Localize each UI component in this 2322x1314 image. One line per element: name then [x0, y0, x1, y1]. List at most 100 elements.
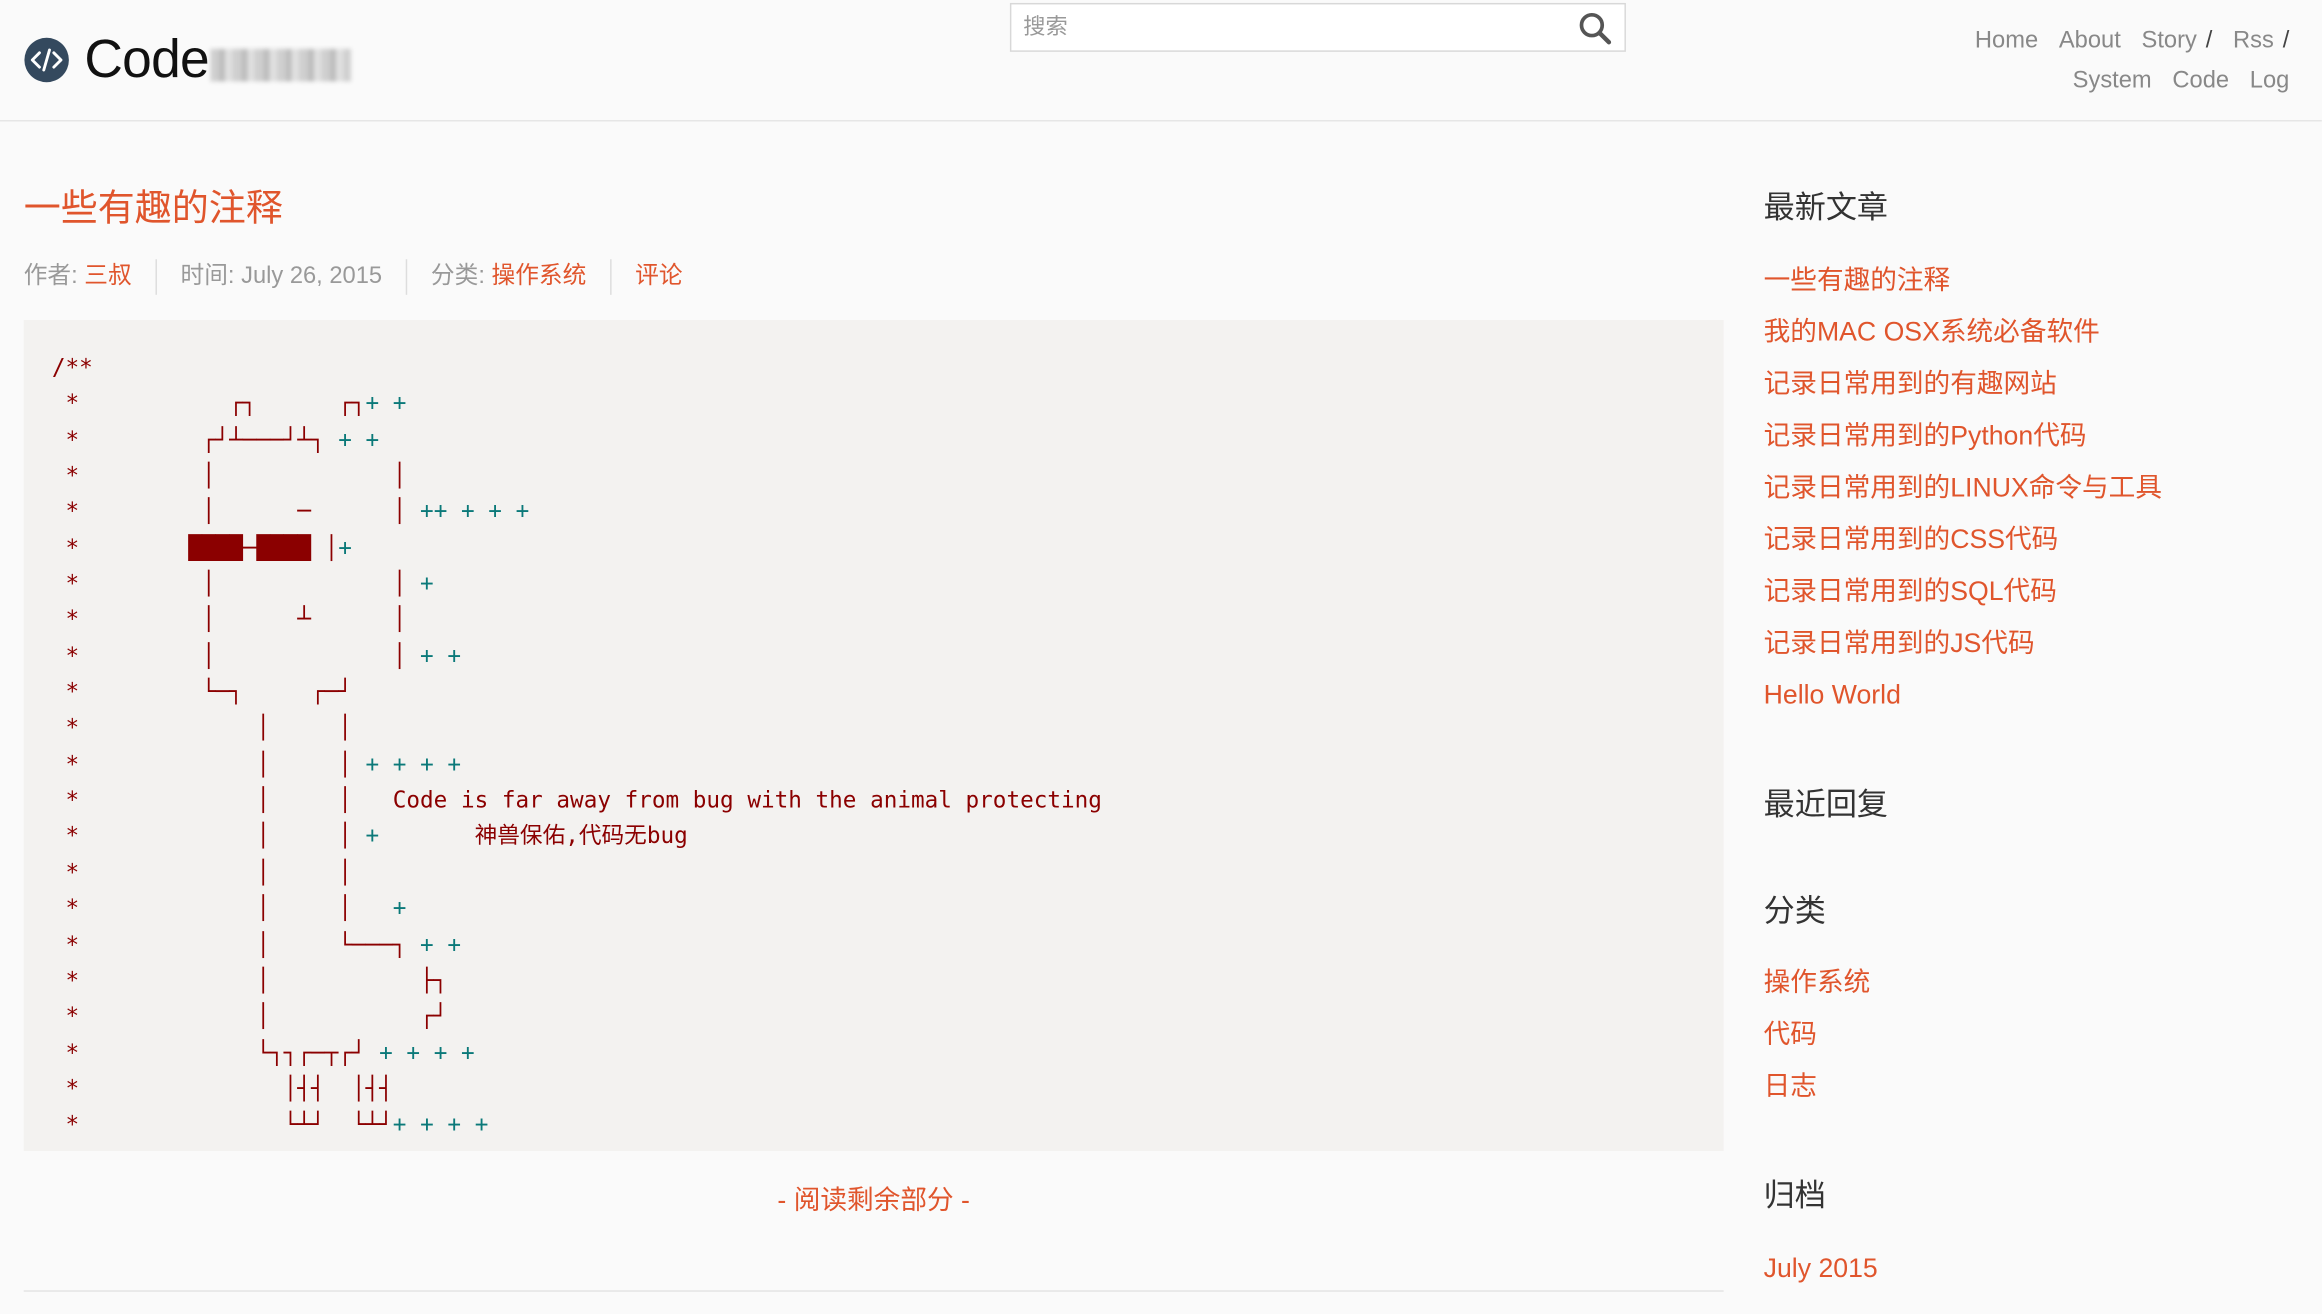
page: Code Home About Story / Rss / System Code Log 一…	[0, 0, 2322, 1314]
nav-story[interactable]: Story	[2142, 28, 2197, 53]
category-link[interactable]: 操作系统	[1764, 967, 1871, 997]
plus-mark: +	[365, 822, 380, 850]
category-item: 操作系统	[1764, 957, 1871, 1009]
code-line: * │ │	[51, 714, 352, 742]
nav-log[interactable]: Log	[2250, 68, 2290, 93]
plus-mark: +	[447, 931, 462, 958]
nav-row-1: Home About Story / Rss /	[1875, 21, 2290, 61]
code-line: /**	[51, 354, 93, 381]
plus-mark: +	[420, 642, 434, 670]
plus-mark: +	[365, 426, 380, 453]
recent-post-item: 一些有趣的注释	[1764, 255, 2162, 307]
recent-post-item: 记录日常用到的LINUX命令与工具	[1764, 462, 2162, 514]
category-link[interactable]: 日志	[1764, 1071, 1817, 1101]
time-label: 时间:	[180, 263, 242, 289]
blurred-site-name-suffix	[210, 48, 352, 82]
site-header: Code Home About Story / Rss / System Code Log	[0, 0, 2322, 122]
plus-mark: +	[488, 498, 502, 525]
plus-mark: +	[392, 750, 407, 778]
post-date: 时间: July 26, 2015	[155, 259, 405, 295]
nav-home[interactable]: Home	[1975, 28, 2038, 53]
plus-mark: +	[420, 750, 434, 778]
plus-mark: +	[420, 1111, 434, 1139]
nav-separator: /	[2205, 28, 2213, 54]
code-line: * │ │ + +	[51, 642, 462, 670]
recent-posts-heading: 最新文章	[1763, 191, 1889, 226]
categories-heading: 分类	[1763, 894, 1826, 929]
author-label: 作者:	[23, 263, 85, 289]
code-line: * │ ┴ │	[51, 606, 407, 634]
code-block: /** * ┌┐ ┌┐+ + * ┌┘┴───┘┴┐ + + * │ │ * │…	[23, 319, 1724, 1152]
code-line: * │ │ +	[51, 570, 434, 598]
recent-post-link[interactable]: 记录日常用到的LINUX命令与工具	[1764, 473, 2162, 503]
category-item: 日志	[1764, 1061, 1871, 1113]
nav-row-2: System Code Log	[1875, 61, 2290, 101]
category-link[interactable]: 操作系统	[492, 264, 587, 289]
post-title[interactable]: 一些有趣的注释	[24, 181, 283, 237]
category-item: 代码	[1764, 1009, 1871, 1061]
plus-mark: +	[392, 894, 407, 922]
plus-mark: ++	[420, 498, 448, 525]
recent-post-link[interactable]: 记录日常用到的有趣网站	[1764, 369, 2057, 399]
plus-mark: +	[379, 1039, 393, 1066]
nav-separator: /	[2282, 28, 2290, 54]
archive-heading: 归档	[1763, 1179, 1826, 1214]
nav-rss[interactable]: Rss	[2233, 28, 2274, 53]
code-line: * │ │ + + + +	[51, 750, 462, 778]
recent-post-link[interactable]: 一些有趣的注释	[1764, 265, 1951, 295]
plus-mark: +	[447, 750, 462, 778]
plus-mark: +	[365, 750, 380, 778]
code-line: * └┴┘ └┴┘+ + + +	[51, 1111, 489, 1139]
read-more-link[interactable]: - 阅读剩余部分 -	[0, 1179, 1747, 1218]
plus-mark: +	[420, 570, 434, 598]
code-line: * │ ┌┘	[51, 1003, 448, 1030]
category-link[interactable]: 代码	[1764, 1019, 1817, 1049]
recent-post-item: 记录日常用到的有趣网站	[1764, 358, 2162, 410]
plus-mark: +	[460, 498, 475, 525]
recent-post-link[interactable]: 记录日常用到的Python代码	[1764, 421, 2087, 451]
code-line: */	[52, 1147, 92, 1151]
code-line: * ████─████ │+	[51, 534, 352, 562]
recent-post-item: 我的MAC OSX系统必备软件	[1764, 307, 2162, 359]
author-link[interactable]: 三叔	[84, 264, 131, 289]
plus-mark: +	[420, 931, 434, 958]
search-input[interactable]	[1011, 4, 1583, 51]
recent-post-link[interactable]: 我的MAC OSX系统必备软件	[1764, 317, 2100, 347]
recent-post-link[interactable]: Hello World	[1764, 680, 1901, 710]
code-line: * │ └───┐ + +	[51, 931, 462, 958]
code-line: * │ │ +	[51, 894, 407, 922]
plus-mark: +	[365, 390, 380, 417]
comments-link[interactable]: 评论	[635, 264, 682, 289]
search-form	[1009, 2, 1626, 52]
plus-mark: +	[392, 1111, 407, 1139]
time-value: July 26, 2015	[241, 263, 383, 289]
nav-code[interactable]: Code	[2172, 68, 2229, 93]
recent-post-item: 记录日常用到的Python代码	[1764, 410, 2162, 462]
code-line: * │ │ Code is far away from bug with the…	[51, 786, 1102, 814]
recent-post-item: Hello World	[1764, 670, 2162, 722]
code-line: * └─┐ ┌─┘	[51, 678, 352, 706]
post-category: 分类: 操作系统	[405, 259, 610, 295]
post-comments: 评论	[609, 259, 706, 295]
post-author: 作者: 三叔	[24, 259, 156, 295]
code-brackets-icon	[24, 37, 69, 82]
code-line: * │ ─ │ ++ + + +	[51, 498, 530, 525]
code-line: * ┌┘┴───┘┴┐ + +	[51, 426, 380, 453]
recent-post-item: 记录日常用到的CSS代码	[1764, 514, 2162, 566]
nav-system[interactable]: System	[2073, 68, 2152, 93]
archive-link[interactable]: July 2015	[1764, 1253, 1878, 1283]
recent-post-link[interactable]: 记录日常用到的SQL代码	[1764, 576, 2057, 606]
recent-post-link[interactable]: 记录日常用到的CSS代码	[1764, 524, 2059, 554]
categories-list: 操作系统 代码 日志	[1764, 957, 1871, 1113]
search-icon[interactable]	[1577, 10, 1613, 46]
recent-post-link[interactable]: 记录日常用到的JS代码	[1764, 628, 2035, 658]
nav-about[interactable]: About	[2059, 28, 2121, 53]
code-line: * ┌┐ ┌┐+ +	[51, 390, 407, 417]
recent-comments-heading: 最近回复	[1763, 788, 1889, 823]
recent-post-item: 记录日常用到的JS代码	[1764, 618, 2162, 670]
code-line: * └┐┐┌─┬┌┘ + + + +	[51, 1039, 475, 1066]
code-line: * │ │ + 神兽保佑,代码无bug	[51, 822, 688, 850]
site-logo[interactable]: Code	[24, 32, 352, 86]
archive-item: July 2015	[1764, 1243, 1878, 1295]
archive-list: July 2015	[1764, 1243, 1878, 1295]
